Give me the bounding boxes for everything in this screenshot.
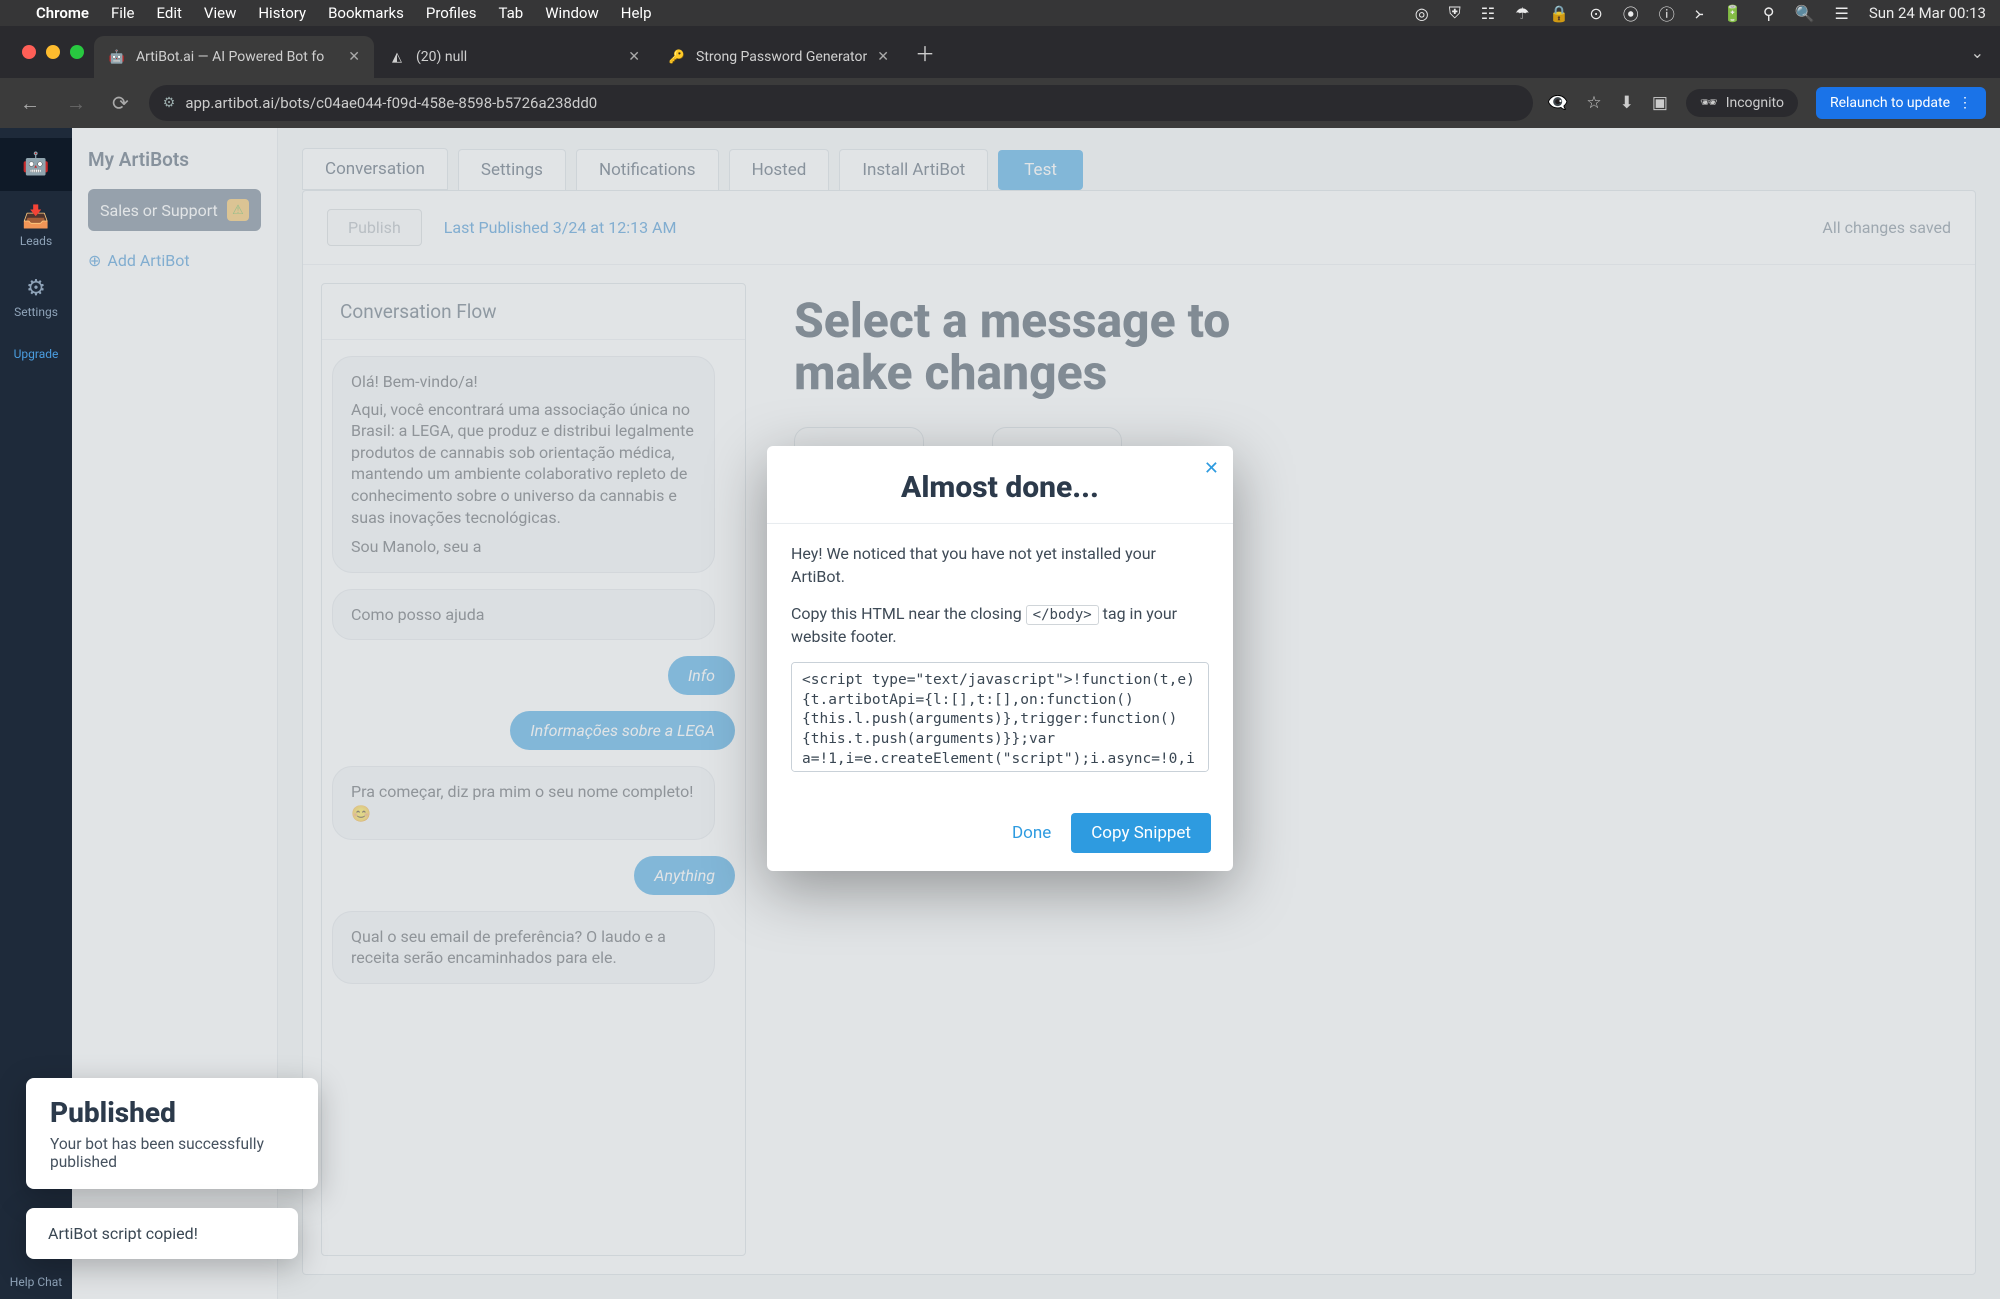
tab-strip: 🤖 ArtiBot.ai — AI Powered Bot fo ✕ ◭ (20…	[0, 26, 2000, 78]
menubar-right: ◎ ⛨ ☷ ☂ 🔒 ⊙ ⦿ ⓘ ᚛ 🔋 ⚲ 🔍 ☰ Sun 24 Mar 00:…	[1415, 1, 1986, 25]
tray-icon[interactable]: 🔒	[1549, 4, 1569, 23]
toast-published: Published Your bot has been successfully…	[26, 1078, 318, 1189]
macos-menubar: Chrome File Edit View History Bookmarks …	[0, 0, 2000, 26]
toolbar: ← → ⟳ ⚙ app.artibot.ai/bots/c04ae044-f09…	[0, 78, 2000, 128]
reload-button[interactable]: ⟳	[106, 87, 135, 119]
menu-history[interactable]: History	[258, 4, 306, 22]
menu-edit[interactable]: Edit	[157, 4, 182, 22]
close-tab-icon[interactable]: ✕	[628, 49, 640, 65]
relaunch-label: Relaunch to update	[1830, 95, 1950, 111]
tray-icon[interactable]: ⦿	[1623, 1, 1639, 25]
zoom-window-icon[interactable]	[70, 45, 84, 59]
window-controls	[12, 45, 94, 59]
control-center-icon[interactable]: ☰	[1834, 4, 1848, 23]
eye-off-icon[interactable]: 👁‍🗨	[1547, 93, 1568, 113]
address-bar[interactable]: ⚙ app.artibot.ai/bots/c04ae044-f09d-458e…	[149, 85, 1533, 121]
tray-icon[interactable]: ☷	[1481, 4, 1495, 23]
rail-label: Settings	[14, 305, 58, 319]
menu-tab[interactable]: Tab	[499, 4, 524, 22]
menu-help[interactable]: Help	[621, 4, 652, 22]
bookmark-icon[interactable]: ☆	[1586, 93, 1601, 113]
browser-tab-null[interactable]: ◭ (20) null ✕	[374, 36, 654, 78]
done-button[interactable]: Done	[1012, 823, 1051, 843]
menubar-app[interactable]: Chrome	[36, 4, 89, 22]
rail-label: Help Chat	[10, 1275, 62, 1289]
close-window-icon[interactable]	[22, 45, 36, 59]
install-modal: ✕ Almost done... Hey! We noticed that yo…	[767, 445, 1233, 870]
menubar-left: Chrome File Edit View History Bookmarks …	[14, 4, 652, 22]
copy-snippet-button[interactable]: Copy Snippet	[1071, 813, 1211, 853]
browser-tab-artibot[interactable]: 🤖 ArtiBot.ai — AI Powered Bot fo ✕	[94, 36, 374, 78]
menu-file[interactable]: File	[111, 4, 135, 22]
tab-title: Strong Password Generator	[696, 49, 867, 65]
modal-text: Hey! We noticed that you have not yet in…	[791, 541, 1209, 587]
tray-icon[interactable]: ⛨	[1449, 3, 1461, 23]
snippet-textarea[interactable]	[791, 662, 1209, 772]
rail-bots[interactable]: 🤖	[0, 138, 72, 191]
menu-window[interactable]: Window	[545, 4, 599, 22]
back-button[interactable]: ←	[14, 87, 46, 120]
toast-copied: ArtiBot script copied!	[26, 1208, 298, 1259]
favicon-icon: 🔑	[668, 48, 686, 66]
close-icon[interactable]: ✕	[1204, 457, 1219, 478]
rail-upgrade[interactable]: Upgrade	[0, 333, 72, 375]
modal-actions: Done Copy Snippet	[767, 799, 1233, 871]
menubar-clock[interactable]: Sun 24 Mar 00:13	[1869, 4, 1986, 22]
close-tab-icon[interactable]: ✕	[348, 49, 360, 65]
battery-icon[interactable]: 🔋	[1723, 4, 1743, 23]
search-icon[interactable]: 🔍	[1795, 4, 1815, 23]
rail-label: Leads	[20, 234, 52, 248]
close-tab-icon[interactable]: ✕	[877, 49, 889, 65]
rail-label: Upgrade	[14, 347, 59, 361]
modal-body: Hey! We noticed that you have not yet in…	[767, 523, 1233, 798]
incognito-label: Incognito	[1726, 95, 1784, 111]
gear-icon: ⚙	[26, 276, 46, 301]
modal-header: ✕ Almost done...	[767, 445, 1233, 522]
tray-icon[interactable]: ⊙	[1589, 4, 1602, 23]
modal-text: Copy this HTML near the closing </body> …	[791, 602, 1209, 648]
url-text: app.artibot.ai/bots/c04ae044-f09d-458e-8…	[185, 94, 597, 112]
site-info-icon[interactable]: ⚙	[163, 95, 176, 111]
bot-icon: 🤖	[22, 152, 49, 177]
menu-bookmarks[interactable]: Bookmarks	[328, 4, 404, 22]
forward-button[interactable]: →	[60, 87, 92, 120]
tray-icon[interactable]: ⓘ	[1659, 1, 1675, 25]
tray-icon[interactable]: ◎	[1415, 4, 1429, 23]
body-tag-code: </body>	[1026, 605, 1099, 625]
tabs-dropdown-icon[interactable]: ⌄	[1955, 43, 2000, 62]
menu-profiles[interactable]: Profiles	[426, 4, 477, 22]
toast-body: Your bot has been successfully published	[50, 1135, 294, 1171]
favicon-icon: ◭	[388, 48, 406, 66]
incognito-indicator[interactable]: 🕶 Incognito	[1686, 89, 1798, 117]
incognito-icon: 🕶	[1700, 95, 1718, 111]
toolbar-right: 👁‍🗨 ☆ ⬇ ▣ 🕶 Incognito Relaunch to update…	[1547, 87, 1986, 119]
rail-leads[interactable]: 📥 Leads	[0, 191, 72, 262]
rail-help-chat[interactable]: Help Chat	[10, 1265, 62, 1299]
inbox-icon: 📥	[22, 205, 49, 230]
menu-view[interactable]: View	[204, 4, 236, 22]
more-icon: ⋮	[1958, 95, 1972, 111]
favicon-icon: 🤖	[108, 48, 126, 66]
tab-title: (20) null	[416, 49, 618, 65]
wifi-icon[interactable]: ⚲	[1763, 4, 1775, 23]
relaunch-button[interactable]: Relaunch to update ⋮	[1816, 87, 1986, 119]
rail-settings[interactable]: ⚙ Settings	[0, 262, 72, 333]
toast-body: ArtiBot script copied!	[48, 1224, 198, 1243]
new-tab-button[interactable]: ＋	[903, 30, 947, 75]
minimize-window-icon[interactable]	[46, 45, 60, 59]
bluetooth-icon[interactable]: ᚛	[1695, 4, 1703, 23]
panel-icon[interactable]: ▣	[1652, 93, 1668, 113]
toast-title: Published	[50, 1096, 294, 1129]
tab-title: ArtiBot.ai — AI Powered Bot fo	[136, 49, 338, 65]
browser-tab-password[interactable]: 🔑 Strong Password Generator ✕	[654, 36, 903, 78]
modal-title: Almost done...	[793, 469, 1207, 504]
download-icon[interactable]: ⬇	[1620, 93, 1634, 113]
tray-icon[interactable]: ☂	[1515, 4, 1529, 23]
